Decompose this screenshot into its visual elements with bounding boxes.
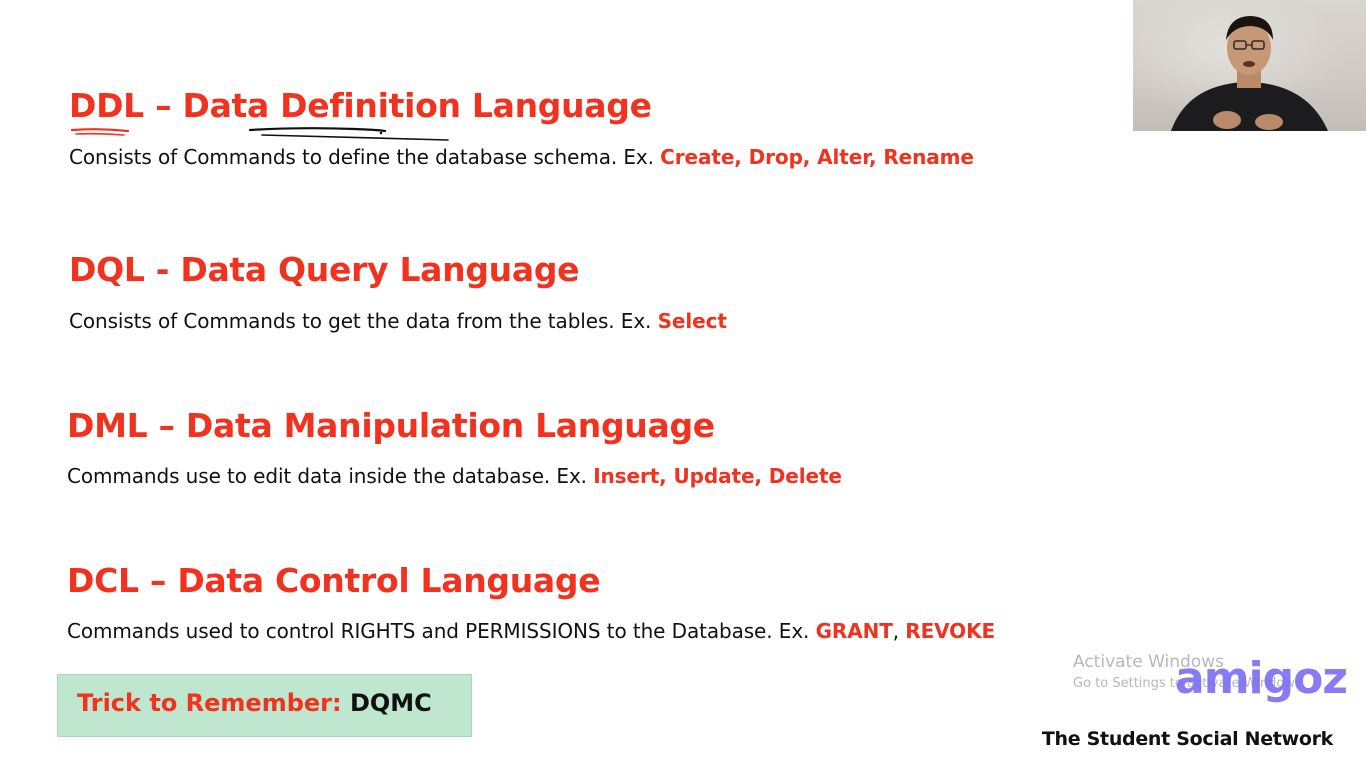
ddl-examples: Create, Drop, Alter, Rename bbox=[660, 145, 974, 169]
dml-description-text: Commands use to edit data inside the dat… bbox=[67, 464, 594, 488]
presenter-icon bbox=[1171, 16, 1328, 131]
dql-heading: DQL - Data Query Language bbox=[69, 250, 580, 289]
ddl-description-text: Consists of Commands to define the datab… bbox=[69, 145, 661, 169]
dml-heading: DML – Data Manipulation Language bbox=[67, 406, 715, 445]
dcl-description-text: Commands used to control RIGHTS and PERM… bbox=[67, 619, 816, 643]
dcl-heading: DCL – Data Control Language bbox=[67, 561, 601, 600]
trick-value: DQMC bbox=[349, 689, 432, 717]
dcl-description: Commands used to control RIGHTS and PERM… bbox=[67, 619, 995, 643]
dql-description-text: Consists of Commands to get the data fro… bbox=[69, 309, 658, 333]
dql-examples: Select bbox=[657, 309, 727, 333]
dcl-example-revoke: REVOKE bbox=[905, 619, 996, 643]
trick-to-remember-box: Trick to Remember: DQMC bbox=[57, 674, 472, 737]
brand-tagline: The Student Social Network bbox=[1041, 728, 1333, 750]
trick-label: Trick to Remember: DQMC bbox=[77, 689, 432, 717]
brand-logo: amigoz bbox=[1175, 653, 1348, 704]
dml-examples: Insert, Update, Delete bbox=[593, 464, 842, 488]
ddl-heading: DDL – Data Definition Language bbox=[69, 86, 652, 125]
dml-description: Commands use to edit data inside the dat… bbox=[67, 464, 842, 488]
trick-label-text: Trick to Remember: bbox=[77, 689, 350, 717]
dcl-example-separator: , bbox=[892, 619, 906, 643]
ddl-description: Consists of Commands to define the datab… bbox=[69, 145, 974, 169]
presenter-webcam bbox=[1133, 0, 1366, 131]
dcl-example-grant: GRANT bbox=[815, 619, 893, 643]
dql-description: Consists of Commands to get the data fro… bbox=[69, 309, 727, 333]
